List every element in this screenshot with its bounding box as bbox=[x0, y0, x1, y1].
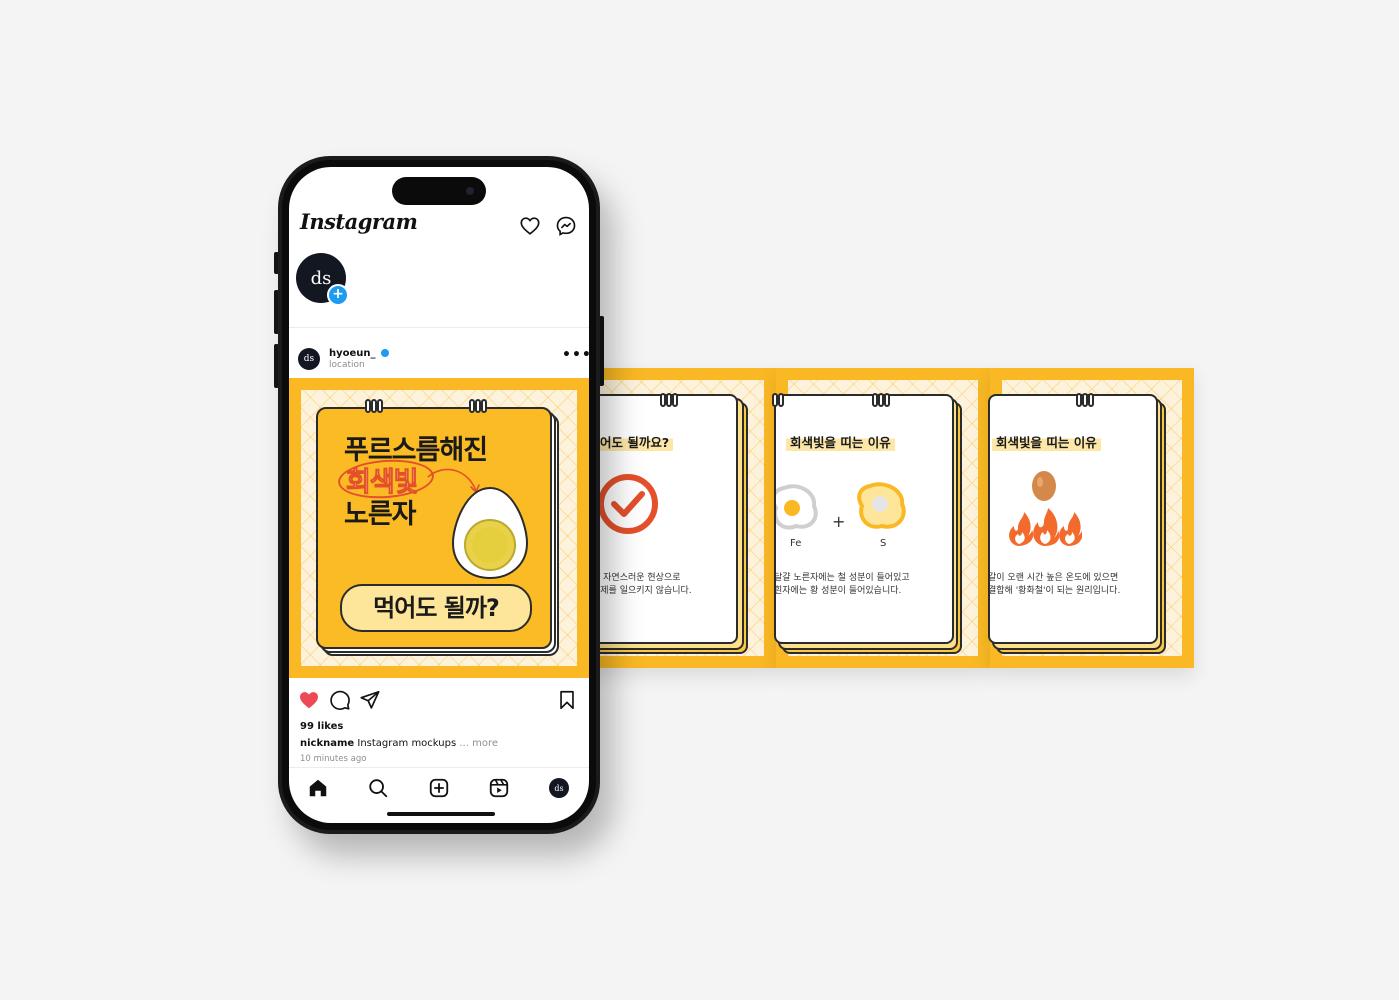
binder-ring bbox=[772, 392, 798, 407]
plus-sign: + bbox=[832, 512, 846, 531]
dynamic-island bbox=[392, 177, 486, 205]
slide-title: 회색빛을 띠는 이유 bbox=[786, 432, 895, 451]
slide-title: 어도 될까요? bbox=[596, 432, 674, 451]
divider bbox=[289, 327, 589, 328]
slide-text-line: 흰자에는 황 성분이 들어있습니다. bbox=[774, 586, 902, 596]
card-title-line3: 노른자 bbox=[344, 499, 417, 530]
phone-frame: Instagram ds + ds hyoeun_ location ••• 푸… bbox=[278, 156, 600, 834]
post-image[interactable]: 푸르스름해진 회색빛 노른자 먹어도 될까? bbox=[289, 378, 589, 678]
slide-text-line: 결합해 '황화철'이 되는 원리입니다. bbox=[988, 586, 1121, 596]
post-timestamp: 10 minutes ago bbox=[300, 754, 367, 764]
profile-avatar[interactable]: ds bbox=[549, 778, 569, 798]
check-circle-icon bbox=[598, 474, 658, 534]
binder-ring bbox=[872, 392, 898, 407]
slide-page: 회색빛을 띠는 이유 Fe + S 달걀 노른자에는 철 성분이 들어있고 흰자… bbox=[774, 394, 954, 644]
slide-text-line: 문제를 일으키지 않습니다. bbox=[592, 586, 692, 596]
card-front-page: 푸르스름해진 회색빛 노른자 먹어도 될까? bbox=[316, 407, 552, 649]
messenger-icon[interactable] bbox=[555, 215, 577, 237]
fire-icon bbox=[1009, 508, 1082, 546]
divider bbox=[289, 767, 589, 768]
likes-count[interactable]: 99 likes bbox=[300, 721, 343, 732]
bookmark-icon[interactable] bbox=[556, 689, 578, 711]
slide-text-line: 갈이 오랜 시간 높은 온도에 있으면 bbox=[988, 573, 1119, 583]
caption-username[interactable]: nickname bbox=[300, 738, 354, 749]
post-avatar[interactable]: ds bbox=[298, 348, 320, 370]
element-label-s: S bbox=[880, 538, 887, 549]
like-heart-icon[interactable] bbox=[298, 689, 320, 711]
add-story-icon[interactable]: + bbox=[327, 284, 349, 306]
verified-badge-icon bbox=[381, 349, 389, 357]
carousel-slide-4: 회색빛을 띠는 이유 갈이 오랜 시간 높은 온도에 있으면 결합해 '황화철'… bbox=[988, 368, 1194, 668]
slide-page: 회색빛을 띠는 이유 갈이 오랜 시간 높은 온도에 있으면 결합해 '황화철'… bbox=[988, 394, 1158, 644]
search-icon[interactable] bbox=[367, 777, 389, 799]
share-icon[interactable] bbox=[359, 689, 381, 711]
slide-text-line: 달걀 노른자에는 철 성분이 들어있고 bbox=[774, 573, 910, 583]
slide-page: 어도 될까요? 한 자연스러운 현상으로 문제를 일으키지 않습니다. bbox=[582, 394, 738, 644]
binder-ring bbox=[1076, 392, 1102, 407]
boiled-egg-icon bbox=[451, 486, 529, 580]
caption-text: Instagram mockups bbox=[357, 738, 457, 749]
slide-title: 회색빛을 띠는 이유 bbox=[992, 432, 1101, 451]
create-post-icon[interactable] bbox=[428, 777, 450, 799]
more-options-icon[interactable]: ••• bbox=[562, 347, 589, 363]
fried-egg-icon bbox=[776, 484, 818, 530]
carousel-slide-2: 어도 될까요? 한 자연스러운 현상으로 문제를 일으키지 않습니다. bbox=[582, 368, 776, 668]
home-indicator bbox=[387, 812, 495, 816]
binder-ring bbox=[469, 398, 495, 413]
post-caption: nickname Instagram mockups ... more bbox=[300, 738, 498, 749]
post-location[interactable]: location bbox=[329, 360, 365, 370]
binder-ring bbox=[660, 392, 686, 407]
egg-icon bbox=[1032, 471, 1056, 501]
carousel-slide-3: 회색빛을 띠는 이유 Fe + S 달걀 노른자에는 철 성분이 들어있고 흰자… bbox=[772, 368, 990, 668]
fried-egg-icon bbox=[857, 482, 906, 529]
card-title-line2: 회색빛 bbox=[346, 467, 420, 499]
binder-ring bbox=[365, 398, 391, 413]
element-label-fe: Fe bbox=[790, 538, 802, 549]
instagram-logo[interactable]: Instagram bbox=[300, 209, 418, 234]
post-username[interactable]: hyoeun_ bbox=[329, 348, 376, 359]
phone-screen: Instagram ds + ds hyoeun_ location ••• 푸… bbox=[289, 167, 589, 823]
card-question-pill: 먹어도 될까? bbox=[340, 584, 532, 632]
home-icon[interactable] bbox=[307, 777, 329, 799]
slide-text-line: 한 자연스러운 현상으로 bbox=[592, 573, 681, 583]
caption-more-link[interactable]: ... more bbox=[459, 738, 498, 749]
comment-icon[interactable] bbox=[329, 689, 351, 711]
heart-outline-icon[interactable] bbox=[519, 215, 541, 237]
reels-icon[interactable] bbox=[488, 777, 510, 799]
